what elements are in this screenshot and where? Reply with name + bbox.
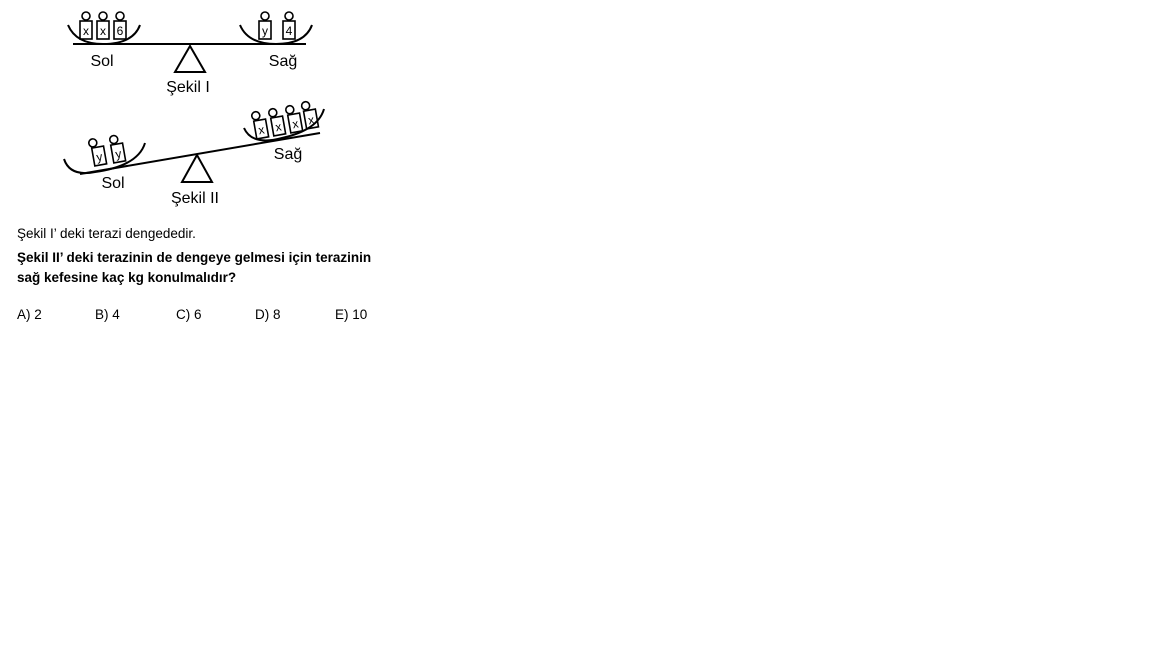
question-line-1: Şekil II’ deki terazinin de dengeye gelm… (17, 250, 372, 265)
question-intro: Şekil I’ deki terazi dengededir. (17, 226, 196, 241)
weight-block: y (88, 138, 108, 167)
weight-label: 4 (286, 24, 293, 38)
weight-block: y (108, 134, 127, 164)
weight-label: y (114, 147, 122, 162)
figure-caption-1: Şekil I (166, 79, 210, 96)
weight-block: y (258, 11, 272, 40)
weight-block: x (267, 107, 287, 137)
choice-e[interactable]: E) 10 (335, 307, 367, 322)
choice-d[interactable]: D) 8 (255, 307, 281, 322)
weight-label: y (262, 24, 268, 38)
weights-right-1: y 4 (258, 11, 296, 40)
weight-label: x (291, 117, 299, 132)
weight-label: x (257, 123, 265, 138)
weight-block: x (250, 110, 270, 140)
weights-left-1: x x 6 (79, 11, 127, 40)
weight-block: x (284, 104, 304, 134)
left-pan-label-2: Sol (101, 175, 124, 192)
weight-label: 6 (117, 24, 124, 38)
weight-label: x (274, 120, 282, 135)
right-pan-label-1: Sağ (269, 53, 297, 70)
weight-block: x (79, 11, 93, 40)
weight-block: 6 (113, 11, 127, 40)
fulcrum-2 (180, 152, 214, 183)
weight-label: y (95, 150, 103, 165)
right-pan-1 (239, 24, 313, 46)
left-pan-label-1: Sol (90, 53, 113, 70)
weight-block: x (96, 11, 110, 40)
weight-label: x (307, 113, 315, 128)
choice-a[interactable]: A) 2 (17, 307, 42, 322)
weight-label: x (83, 24, 89, 38)
choice-b[interactable]: B) 4 (95, 307, 120, 322)
fulcrum-1 (173, 43, 207, 73)
figure-caption-2: Şekil II (171, 190, 219, 207)
weight-block: 4 (282, 11, 296, 40)
weights-left-2: y y (88, 134, 127, 167)
balance-figures: x x 6 y 4 y y x x x x Sol Sağ Şekil I So… (63, 11, 325, 207)
right-pan-label-2: Sağ (274, 146, 302, 163)
weight-label: x (100, 24, 106, 38)
choice-c[interactable]: C) 6 (176, 307, 202, 322)
question-line-2: sağ kefesine kaç kg konulmalıdır? (17, 270, 237, 285)
weights-right-2: x x x x (250, 100, 320, 140)
weight-block: x (300, 100, 320, 130)
question-text: Şekil II’ deki terazinin de dengeye gelm… (17, 248, 371, 288)
